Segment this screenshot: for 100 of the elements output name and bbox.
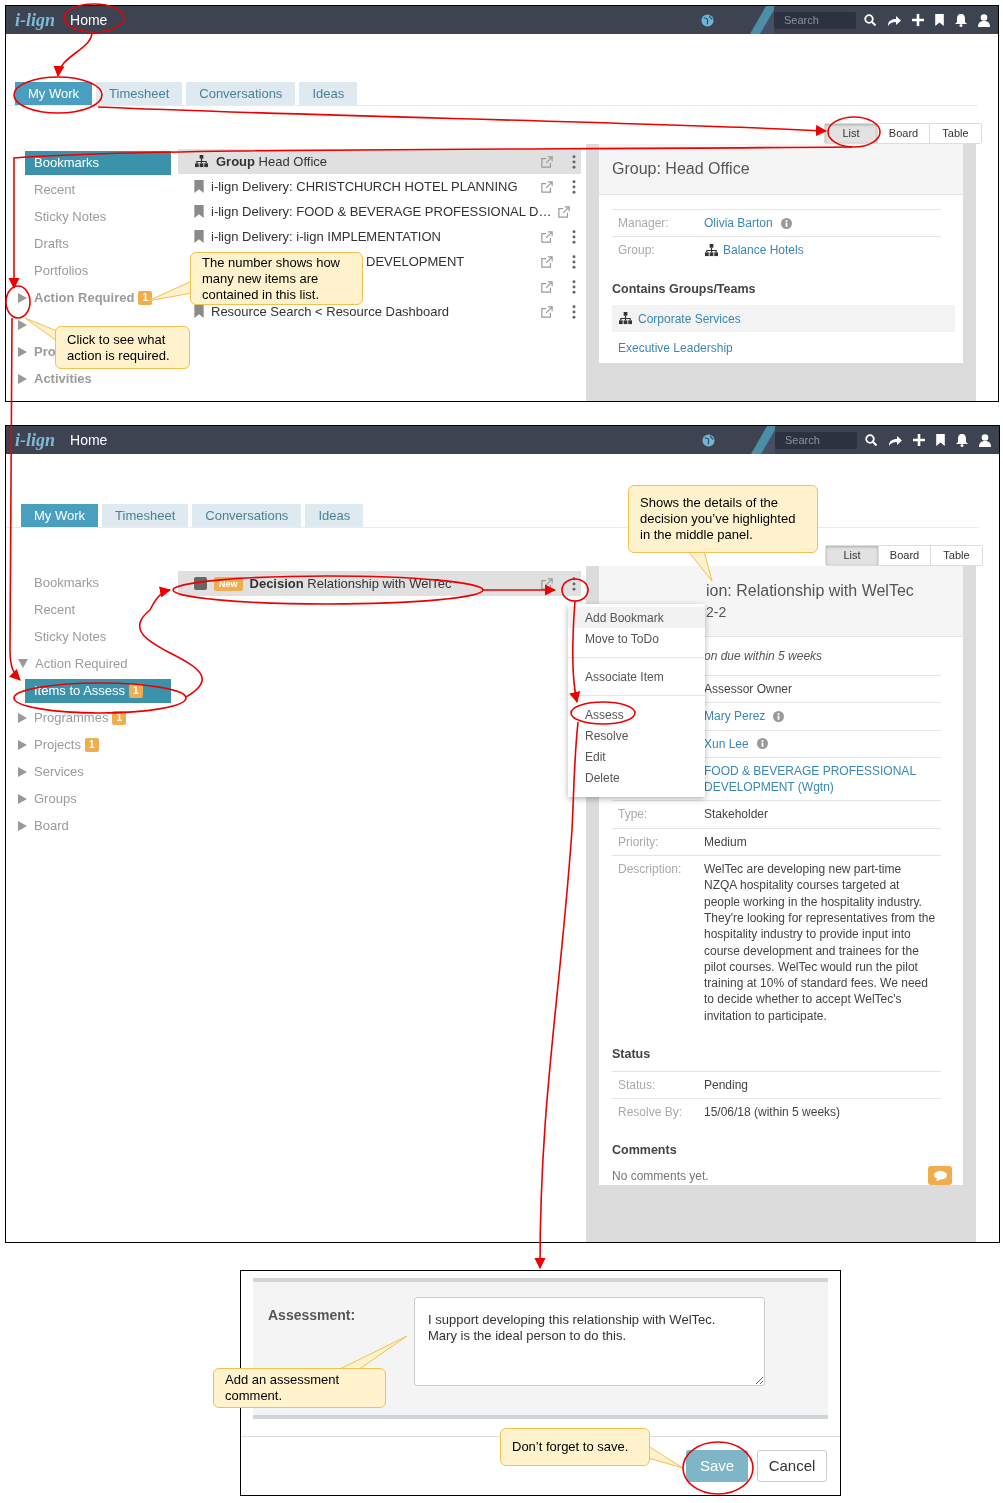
- item-title[interactable]: DEVELOPMENT: [366, 251, 465, 272]
- external-link-icon[interactable]: [541, 305, 553, 318]
- external-link-icon[interactable]: [541, 255, 553, 268]
- highlight-ellipse: [827, 116, 881, 148]
- more-options-icon[interactable]: [572, 179, 576, 194]
- menu-item[interactable]: Move to ToDo: [568, 628, 705, 649]
- sidebar-item[interactable]: Bookmarks: [25, 150, 171, 175]
- more-options-icon[interactable]: [572, 254, 576, 269]
- search-icon[interactable]: [865, 434, 877, 446]
- item-title[interactable]: i-lign Delivery: i-lign IMPLEMENTATION: [211, 226, 441, 247]
- view-tab[interactable]: Table: [929, 124, 981, 143]
- more-options-icon[interactable]: [572, 304, 576, 319]
- list-row[interactable]: i-lign Delivery: CHRISTCHURCH HOTEL PLANNING: [178, 174, 581, 199]
- menu-item[interactable]: Add Bookmark: [568, 607, 705, 628]
- collapsed-triangle-icon[interactable]: [18, 766, 27, 777]
- bookmark-icon[interactable]: [936, 434, 945, 446]
- tab[interactable]: Ideas: [305, 504, 364, 527]
- user-icon[interactable]: [978, 13, 990, 27]
- more-options-icon[interactable]: [572, 279, 576, 294]
- info-icon[interactable]: [773, 710, 785, 722]
- collapsed-triangle-icon[interactable]: [18, 319, 27, 330]
- external-link-icon[interactable]: [541, 230, 553, 243]
- list-row[interactable]: i-lign Delivery: FOOD & BEVERAGE PROFESSIONAL D…: [178, 199, 581, 224]
- plus-icon[interactable]: [912, 14, 924, 26]
- bookmark-icon: [194, 180, 204, 193]
- tab[interactable]: My Work: [21, 504, 99, 527]
- collapsed-triangle-icon[interactable]: [18, 739, 27, 750]
- field-value: 15/06/18 (within 5 weeks): [704, 1104, 841, 1121]
- tab[interactable]: Ideas: [299, 82, 358, 105]
- search-field[interactable]: Search: [774, 11, 856, 29]
- bookmark-icon: [194, 230, 204, 243]
- external-link-icon[interactable]: [541, 280, 553, 293]
- search-icon[interactable]: [864, 14, 876, 26]
- callout: Shows the details of the decision you’ve highlighted in the middle panel.: [628, 485, 818, 553]
- share-icon[interactable]: [887, 14, 901, 26]
- expanded-triangle-icon[interactable]: [18, 659, 28, 668]
- info-icon[interactable]: [756, 738, 768, 750]
- item-title[interactable]: i-lign Delivery: CHRISTCHURCH HOTEL PLANNING: [211, 176, 518, 197]
- project-link[interactable]: FOOD & BEVERAGE PROFESSIONAL DEVELOPMENT (Wgtn): [704, 762, 941, 796]
- collapsed-triangle-icon[interactable]: [18, 346, 27, 357]
- menu-item[interactable]: Delete: [568, 767, 705, 788]
- menu-item[interactable]: Resolve: [568, 725, 705, 746]
- person-link[interactable]: Mary Perez: [704, 708, 766, 725]
- group-link[interactable]: Balance Hotels: [723, 242, 804, 259]
- globe-icon[interactable]: [702, 433, 715, 447]
- view-tab[interactable]: List: [825, 124, 877, 143]
- collapsed-triangle-icon[interactable]: [18, 712, 27, 723]
- globe-icon[interactable]: [701, 13, 714, 27]
- tab[interactable]: My Work: [15, 82, 93, 105]
- field-value: Medium: [704, 833, 747, 851]
- external-link-icon[interactable]: [541, 180, 553, 193]
- search-field[interactable]: Search: [775, 431, 857, 449]
- more-options-icon[interactable]: [572, 229, 576, 244]
- field-label: Priority:: [618, 834, 659, 849]
- collapsed-triangle-icon[interactable]: [18, 292, 27, 303]
- user-icon[interactable]: [979, 433, 991, 447]
- team-link[interactable]: Executive Leadership: [618, 338, 733, 357]
- bell-icon[interactable]: [956, 433, 968, 447]
- person-link[interactable]: Olivia Barton: [704, 215, 773, 232]
- item-title[interactable]: Group Head Office: [216, 151, 328, 172]
- highlight-ellipse: [570, 701, 636, 725]
- external-link-icon[interactable]: [541, 577, 553, 590]
- menu-item[interactable]: Assess: [568, 704, 705, 725]
- item-title[interactable]: i-lign Delivery: FOOD & BEVERAGE PROFESSIONAL D…: [211, 201, 552, 222]
- collapsed-triangle-icon[interactable]: [18, 820, 27, 831]
- bell-icon[interactable]: [955, 13, 967, 27]
- view-tab[interactable]: List: [826, 546, 878, 565]
- list-row[interactable]: Group Head Office: [178, 149, 581, 174]
- comment-button[interactable]: [928, 1166, 952, 1186]
- external-link-icon[interactable]: [541, 155, 553, 168]
- menu-item[interactable]: Edit: [568, 746, 705, 767]
- cancel-button[interactable]: Cancel: [757, 1450, 827, 1482]
- bookmark-icon[interactable]: [935, 14, 944, 26]
- menu-item[interactable]: Associate Item: [568, 666, 705, 687]
- field-label: Type:: [618, 807, 648, 822]
- view-tab[interactable]: Table: [930, 546, 982, 565]
- external-link-icon[interactable]: [558, 205, 571, 218]
- tab[interactable]: Timesheet: [102, 504, 189, 527]
- list-row[interactable]: i-lign Delivery: i-lign IMPLEMENTATION: [178, 224, 581, 249]
- list-row[interactable]: New Decision Relationship with WelTec: [178, 571, 581, 596]
- more-options-icon[interactable]: [572, 576, 576, 591]
- field-label: Manager:: [618, 216, 669, 230]
- page-title: Home: [70, 430, 108, 450]
- save-button[interactable]: Save: [686, 1450, 748, 1482]
- plus-icon[interactable]: [913, 434, 925, 446]
- org-chart-icon: [618, 312, 633, 326]
- collapsed-triangle-icon[interactable]: [18, 373, 27, 384]
- section-heading: Status: [612, 1046, 652, 1064]
- item-title[interactable]: Decision Relationship with WelTec: [249, 573, 452, 594]
- tab[interactable]: Conversations: [186, 82, 296, 105]
- person-link[interactable]: Xun Lee: [704, 735, 749, 752]
- tab[interactable]: Timesheet: [96, 82, 183, 105]
- more-options-icon[interactable]: [572, 154, 576, 169]
- sidebar-item[interactable]: Items to Assess 1: [25, 678, 171, 703]
- tab[interactable]: Conversations: [192, 504, 302, 527]
- share-icon[interactable]: [888, 434, 902, 446]
- info-icon[interactable]: [780, 217, 792, 229]
- field-value: WelTec are developing new part-time NZQA hospitality courses targeted at people working in the hospitality industry. They're looking for representatives from the hospitality industry to provide input into course development and trainees for the pilot courses. WelTec would run the pilot training at 10% of standard fees. We need to decide whether to accept WelTec's invitation to participate.: [704, 861, 936, 1025]
- assessment-input[interactable]: I support developing this relationship with WelTec. Mary is the ideal person to do this.: [414, 1297, 765, 1386]
- collapsed-triangle-icon[interactable]: [18, 793, 27, 804]
